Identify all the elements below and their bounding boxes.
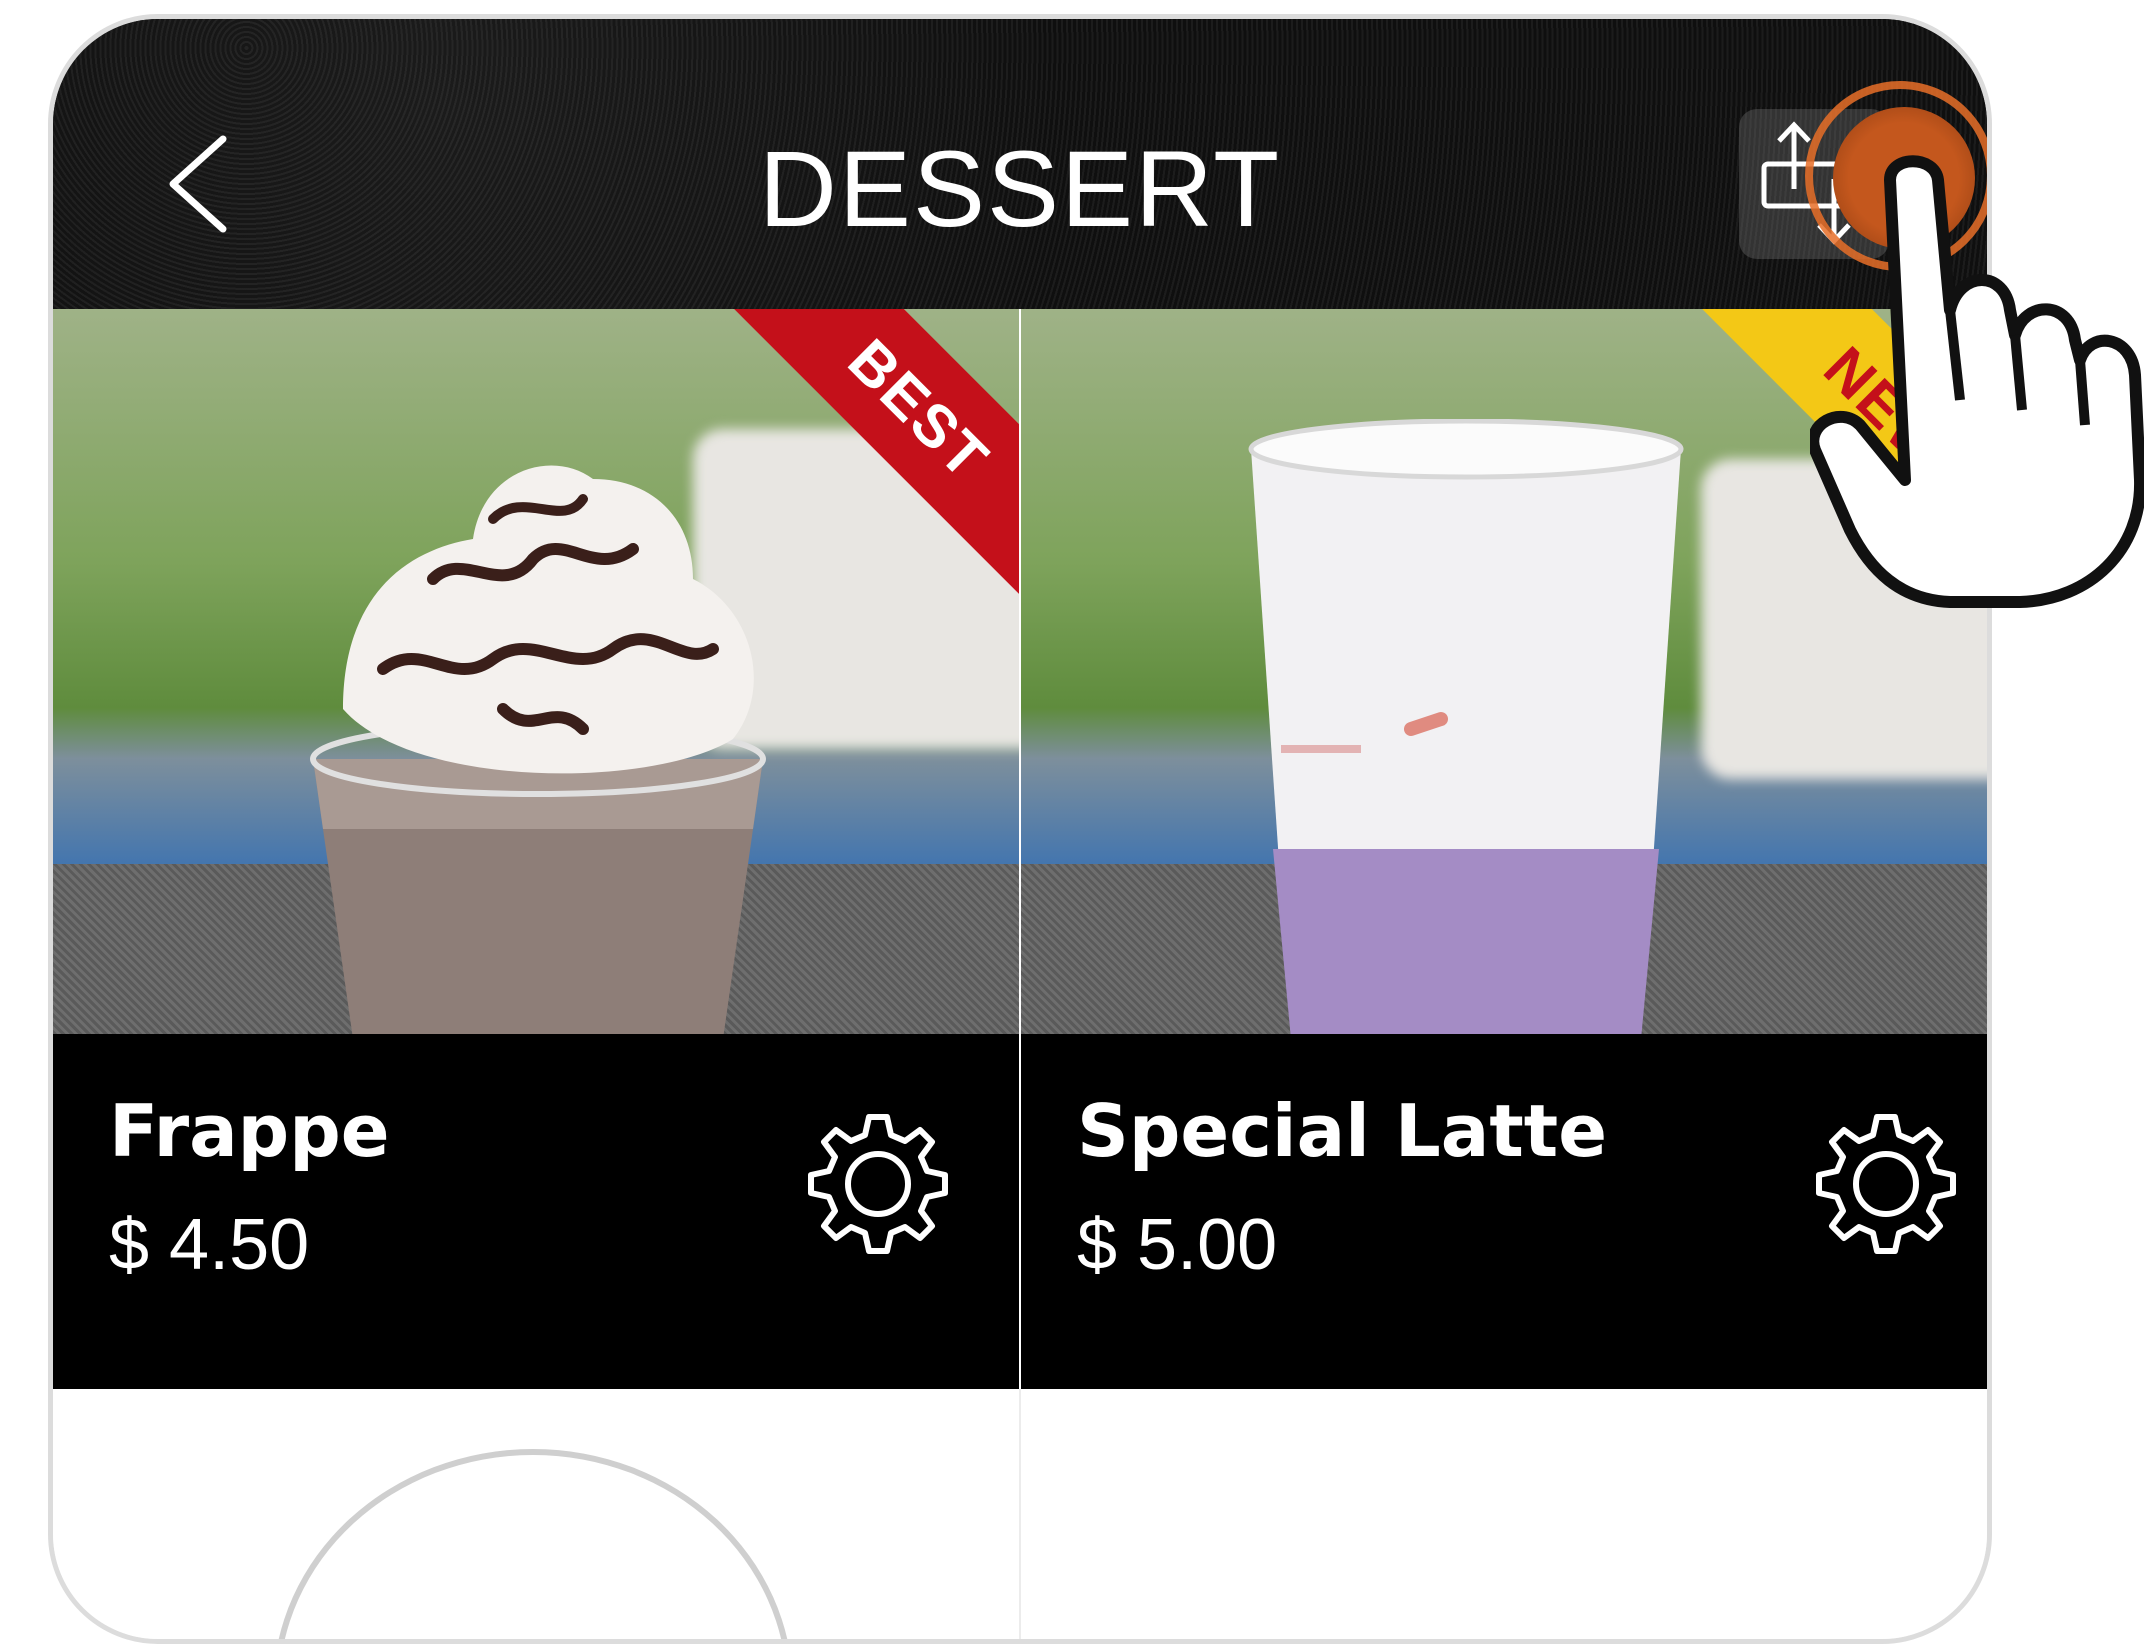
product-price: $ 5.00 <box>1077 1205 1278 1285</box>
product-name: Special Latte <box>1077 1089 1608 1173</box>
product-settings-button[interactable] <box>1811 1109 1961 1259</box>
gear-icon <box>808 1114 948 1254</box>
product-card-frappe[interactable]: BEST Frappe $ 4.50 <box>53 309 1019 1389</box>
app-header: DESSERT <box>53 19 1987 309</box>
gear-icon <box>1816 1114 1956 1254</box>
best-badge-label: BEST <box>721 309 1019 607</box>
product-info-special-latte: Special Latte $ 5.00 <box>1021 1034 1987 1389</box>
product-photo-frappe: BEST <box>53 309 1019 1034</box>
phone-frame: DESSERT BEST Frappe $ 4.50 NEW Special L… <box>48 14 1992 1644</box>
product-card-next-left[interactable] <box>53 1389 1021 1639</box>
pointing-hand-icon <box>1807 150 2144 610</box>
product-info-frappe: Frappe $ 4.50 <box>53 1034 1019 1389</box>
page-title: DESSERT <box>758 128 1282 249</box>
product-price: $ 4.50 <box>109 1205 310 1285</box>
product-card-next-right[interactable] <box>1021 1389 1987 1639</box>
cup-outline-partial <box>273 1449 793 1639</box>
product-settings-button[interactable] <box>803 1109 953 1259</box>
product-name: Frappe <box>109 1089 390 1173</box>
best-badge: BEST <box>719 309 1019 609</box>
